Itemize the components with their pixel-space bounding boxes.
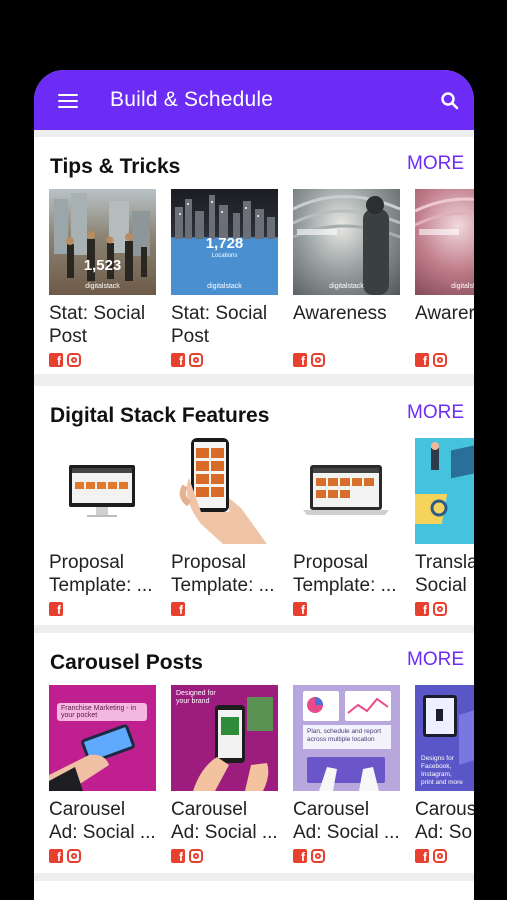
- card-thumbnail: Designs for Facebook, Instagram, print a…: [415, 685, 474, 791]
- card-title: Transla Social: [415, 552, 474, 596]
- search-icon[interactable]: [440, 91, 460, 111]
- facebook-icon: f: [49, 602, 63, 617]
- facebook-icon: f: [171, 353, 185, 368]
- social-icons: f: [171, 353, 203, 368]
- social-icons: f: [415, 602, 447, 617]
- instagram-icon: [189, 353, 203, 367]
- content-card[interactable]: Transla Social f: [415, 438, 474, 628]
- instagram-icon: [433, 602, 447, 616]
- instagram-icon: [189, 849, 203, 863]
- brand-watermark: digitalstack: [85, 283, 120, 290]
- brand-watermark: digitalstack: [207, 283, 242, 290]
- more-button[interactable]: MORE: [407, 649, 464, 671]
- card-thumbnail: Plan, schedule and report across multipl…: [293, 685, 400, 791]
- instagram-icon: [311, 849, 325, 863]
- social-icons: f: [293, 353, 325, 368]
- card-thumbnail: [293, 438, 400, 544]
- more-button[interactable]: MORE: [407, 153, 464, 175]
- section-title: Tips & Tricks: [50, 155, 181, 178]
- social-icons: f: [171, 849, 203, 864]
- card-title: Awareness: [293, 303, 387, 324]
- section-carousel-posts: Carousel Posts MORE Franchise Marketing …: [34, 633, 474, 873]
- brand-watermark: digitalstack: [451, 283, 474, 290]
- card-title: Stat: Social Post: [171, 303, 268, 347]
- card-thumbnail: [171, 438, 278, 544]
- instagram-icon: [433, 849, 447, 863]
- social-icons: f: [49, 602, 63, 617]
- content-card[interactable]: Designs for Facebook, Instagram, print a…: [415, 685, 474, 875]
- facebook-icon: f: [49, 849, 63, 864]
- facebook-icon: f: [171, 849, 185, 864]
- phone-screen: Build & Schedule Tips & Tricks MORE 1,52…: [34, 70, 474, 900]
- content-card[interactable]: Designed for your brand Carousel Ad: Soc…: [171, 685, 278, 875]
- card-carousel[interactable]: 1,523 digitalstack Stat: Social Post f 1…: [49, 189, 474, 379]
- instagram-icon: [67, 849, 81, 863]
- brand-watermark: digitalstack: [329, 283, 364, 290]
- social-icons: f: [293, 602, 307, 617]
- card-thumbnail: Designed for your brand: [171, 685, 278, 791]
- card-thumbnail: 1,523 digitalstack: [49, 189, 156, 295]
- stat-caption: Locations: [211, 253, 238, 259]
- facebook-icon: f: [415, 602, 429, 617]
- facebook-icon: f: [49, 353, 63, 368]
- section-partial: [34, 881, 474, 900]
- instagram-icon: [67, 353, 81, 367]
- facebook-icon: f: [293, 353, 307, 368]
- facebook-icon: f: [293, 602, 307, 617]
- content-card[interactable]: 1,728 Locations digitalstack Stat: Socia…: [171, 189, 278, 379]
- facebook-icon: f: [293, 849, 307, 864]
- facebook-icon: f: [415, 849, 429, 864]
- content-card[interactable]: digitalstack Awareness f: [293, 189, 400, 379]
- card-thumbnail: Franchise Marketing - in your pocket: [49, 685, 156, 791]
- content-card[interactable]: Proposal Template: ... f: [293, 438, 400, 628]
- facebook-icon: f: [171, 602, 185, 617]
- content-card[interactable]: 1,523 digitalstack Stat: Social Post f: [49, 189, 156, 379]
- app-bar: Build & Schedule: [34, 70, 474, 130]
- content-card[interactable]: Franchise Marketing - in your pocket Car…: [49, 685, 156, 875]
- card-title: Carousel Ad: Social ...: [293, 799, 400, 843]
- card-title: Carousel Ad: Social ...: [49, 799, 156, 843]
- facebook-icon: f: [415, 353, 429, 368]
- social-icons: f: [49, 849, 81, 864]
- section-digital-stack-features: Digital Stack Features MORE Proposal Tem…: [34, 386, 474, 625]
- card-thumbnail: 1,728 Locations digitalstack: [171, 189, 278, 295]
- app-title: Build & Schedule: [110, 88, 274, 111]
- stat-number: 1,728: [205, 235, 244, 252]
- card-title: Carousel Ad: Social ...: [171, 799, 278, 843]
- card-carousel[interactable]: Franchise Marketing - in your pocket Car…: [49, 685, 474, 875]
- social-icons: f: [415, 849, 447, 864]
- card-thumbnail: digitalstack: [293, 189, 400, 295]
- card-thumbnail: [49, 438, 156, 544]
- content-card[interactable]: Proposal Template: ... f: [171, 438, 278, 628]
- content-card[interactable]: Plan, schedule and report across multipl…: [293, 685, 400, 875]
- card-thumbnail: [415, 438, 474, 544]
- instagram-icon: [433, 353, 447, 367]
- social-icons: f: [415, 353, 447, 368]
- card-caption: Plan, schedule and report across multipl…: [307, 728, 382, 743]
- section-title: Digital Stack Features: [50, 404, 270, 427]
- social-icons: f: [293, 849, 325, 864]
- hamburger-menu-icon[interactable]: [58, 94, 78, 108]
- card-carousel[interactable]: Proposal Template: ... f Proposal Templa…: [49, 438, 474, 628]
- social-icons: f: [171, 602, 185, 617]
- section-title: Carousel Posts: [50, 651, 203, 674]
- section-tips-and-tricks: Tips & Tricks MORE 1,523 digitalstack St…: [34, 137, 474, 374]
- card-title: Proposal Template: ...: [49, 552, 153, 596]
- card-title: Carous Ad: So: [415, 799, 474, 843]
- content-card[interactable]: digitalstack Awarer f: [415, 189, 474, 379]
- instagram-icon: [311, 353, 325, 367]
- content-card[interactable]: Proposal Template: ... f: [49, 438, 156, 628]
- card-title: Stat: Social Post: [49, 303, 146, 347]
- card-caption: Designs for Facebook, Instagram, print a…: [421, 755, 463, 786]
- stat-number: 1,523: [83, 257, 122, 274]
- card-title: Awarer: [415, 303, 474, 324]
- social-icons: f: [49, 353, 81, 368]
- card-title: Proposal Template: ...: [171, 552, 275, 596]
- card-thumbnail: digitalstack: [415, 189, 474, 295]
- card-title: Proposal Template: ...: [293, 552, 397, 596]
- more-button[interactable]: MORE: [407, 402, 464, 424]
